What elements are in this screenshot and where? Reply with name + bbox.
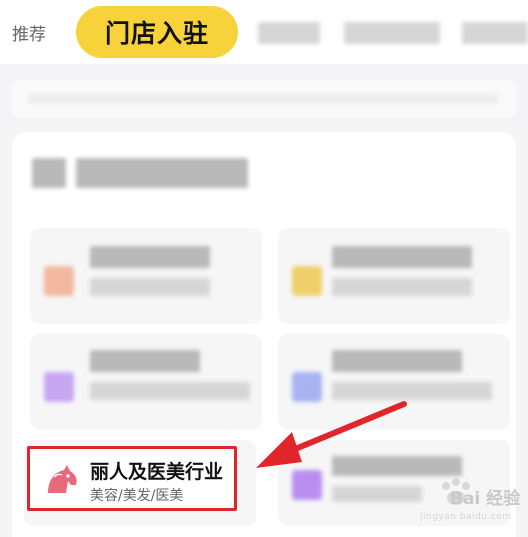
watermark-url: jingyan.baidu.com — [420, 512, 512, 522]
annotation-arrow-icon — [256, 401, 407, 468]
watermark-text: Bai 经验 — [450, 489, 521, 509]
